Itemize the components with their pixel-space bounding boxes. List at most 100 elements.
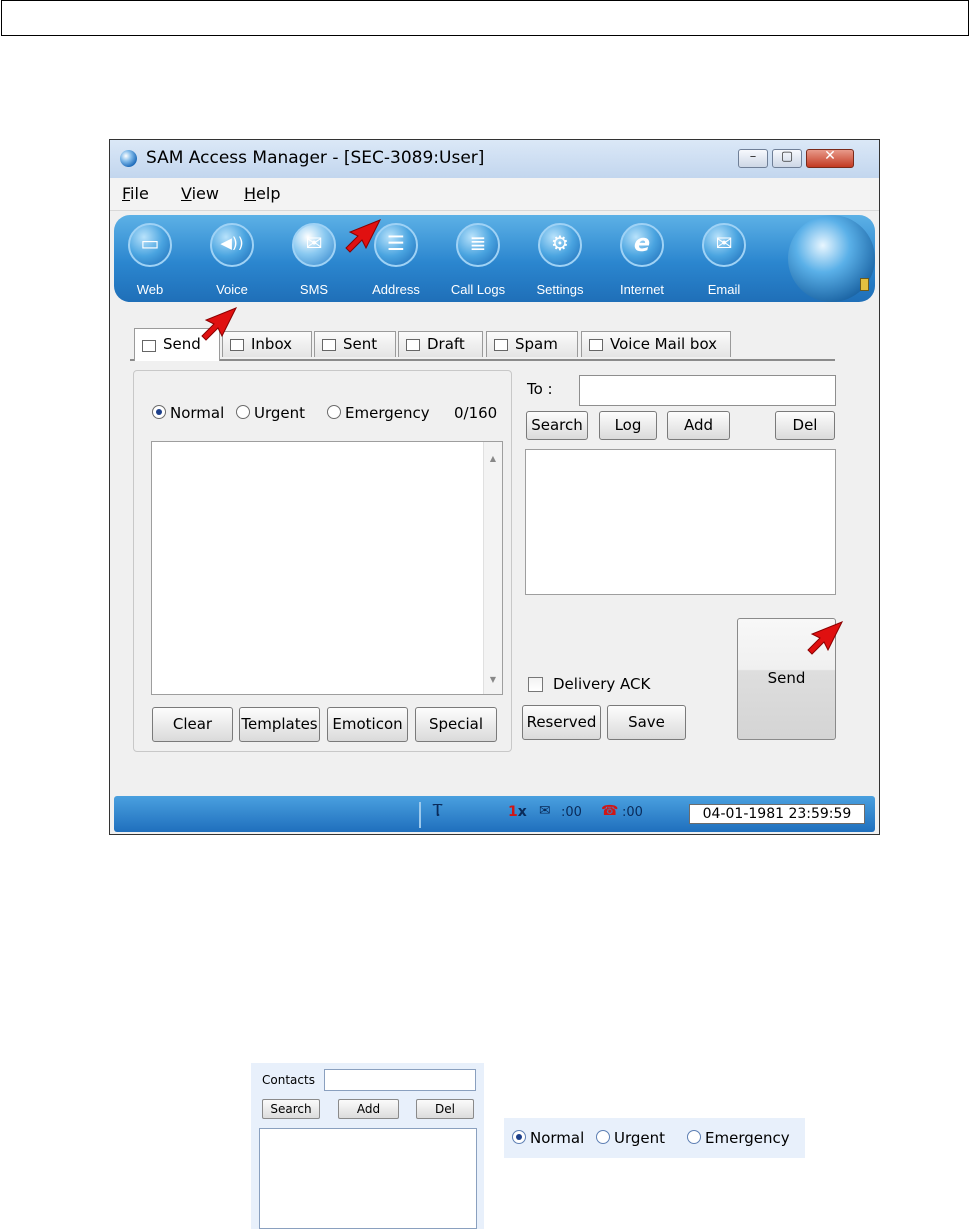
- tab-voice-mail-box-label: Voice Mail box: [610, 335, 718, 353]
- network-type: 1x: [508, 804, 527, 820]
- toolbar-email-label: Email: [707, 282, 741, 297]
- battery-icon: [860, 278, 869, 291]
- recipient-list[interactable]: [525, 449, 836, 595]
- priority-crop: Normal Urgent Emergency: [504, 1118, 805, 1158]
- save-button[interactable]: Save: [607, 705, 686, 740]
- menu-help[interactable]: Help: [244, 184, 280, 203]
- toolbar-internet[interactable]: e Internet: [605, 221, 679, 299]
- priority-normal-radio[interactable]: Normal: [152, 404, 224, 422]
- contacts-search-button[interactable]: Search: [262, 1099, 320, 1119]
- toolbar-voice[interactable]: ◀)) Voice: [195, 221, 269, 299]
- compose-panel: Normal Urgent Emergency 0/160 ▲ ▼ Clear …: [133, 370, 512, 752]
- maximize-icon: ▢: [780, 149, 794, 164]
- toolbar-sms[interactable]: ✉ SMS: [277, 221, 351, 299]
- tab-send-label: Send: [163, 335, 201, 353]
- priority-normal-label: Normal: [170, 404, 225, 422]
- toolbar-web-label: Web: [136, 282, 164, 297]
- contacts-add-button[interactable]: Add: [338, 1099, 399, 1119]
- network-type-number: 1: [508, 804, 518, 820]
- del-button[interactable]: Del: [775, 411, 835, 440]
- crop-normal-radio[interactable]: Normal: [512, 1129, 584, 1147]
- toolbar-address-label: Address: [372, 282, 420, 297]
- minimize-button[interactable]: –: [738, 149, 768, 168]
- message-textarea[interactable]: ▲ ▼: [151, 441, 503, 695]
- toolbar-sms-label: SMS: [299, 282, 329, 297]
- radio-icon: [596, 1130, 610, 1144]
- add-button[interactable]: Add: [667, 411, 730, 440]
- main-toolbar: ▭ Web ◀)) Voice ✉ SMS ☰ Address ≣ Call L…: [114, 215, 875, 302]
- internet-glyph: e: [633, 229, 651, 257]
- maximize-button[interactable]: ▢: [772, 149, 802, 168]
- priority-emergency-radio[interactable]: Emergency: [327, 404, 430, 422]
- menu-file[interactable]: File: [122, 184, 149, 203]
- menu-bar: File View Help: [110, 178, 879, 211]
- toolbar-settings[interactable]: ⚙ Settings: [523, 221, 597, 299]
- call-logs-glyph: ≣: [469, 231, 487, 255]
- search-button[interactable]: Search: [526, 411, 588, 440]
- tab-sent-label: Sent: [343, 335, 378, 353]
- scroll-up-icon[interactable]: ▲: [484, 454, 502, 463]
- special-button[interactable]: Special: [415, 707, 497, 742]
- radio-selected-icon: [512, 1130, 526, 1144]
- menu-view[interactable]: View: [181, 184, 219, 203]
- tab-draft[interactable]: Draft: [398, 331, 483, 357]
- spam-icon: [494, 339, 508, 351]
- toolbar-email[interactable]: ✉ Email: [687, 221, 761, 299]
- to-input[interactable]: [579, 375, 836, 406]
- menu-view-label: iew: [191, 184, 219, 203]
- annotation-arrow-icon: [807, 621, 844, 655]
- window-title: SAM Access Manager - [SEC-3089:User]: [146, 148, 485, 168]
- priority-urgent-radio[interactable]: Urgent: [236, 404, 305, 422]
- antenna-icon: Ⲧ: [432, 800, 444, 821]
- envelope-icon: [142, 340, 156, 352]
- contacts-panel-crop: Contacts Search Add Del: [251, 1063, 484, 1229]
- radio-icon: [327, 405, 341, 419]
- datetime-display: 04-01-1981 23:59:59: [689, 804, 865, 824]
- gear-glyph: ⚙: [551, 231, 569, 255]
- toolbar-call-logs[interactable]: ≣ Call Logs: [441, 221, 515, 299]
- speaker-glyph: ◀)): [220, 234, 244, 252]
- message-scrollbar[interactable]: ▲ ▼: [483, 442, 502, 694]
- toolbar-settings-label: Settings: [536, 282, 584, 297]
- tab-sent[interactable]: Sent: [314, 331, 396, 357]
- log-button[interactable]: Log: [599, 411, 657, 440]
- tab-spam[interactable]: Spam: [486, 331, 578, 357]
- tab-spam-label: Spam: [515, 335, 558, 353]
- crop-emergency-radio[interactable]: Emergency: [687, 1129, 790, 1147]
- annotation-arrow-icon: [201, 307, 238, 341]
- web-glyph: ▭: [140, 231, 160, 255]
- page-header-box: [1, 0, 969, 36]
- voicemail-count-icon: ☎: [601, 803, 619, 819]
- contacts-list[interactable]: [259, 1128, 477, 1229]
- menu-help-label: elp: [256, 184, 281, 203]
- menu-view-mnemonic: V: [181, 184, 192, 203]
- reserved-button[interactable]: Reserved: [522, 705, 601, 740]
- close-icon: ✕: [824, 148, 836, 164]
- templates-button[interactable]: Templates: [239, 707, 320, 742]
- minimize-icon: –: [749, 149, 757, 164]
- priority-urgent-label: Urgent: [254, 404, 306, 422]
- email-glyph: ✉: [715, 231, 733, 255]
- toolbar-web[interactable]: ▭ Web: [113, 221, 187, 299]
- crop-urgent-label: Urgent: [614, 1129, 666, 1147]
- voicemail-count: :00: [622, 805, 643, 820]
- delivery-ack-checkbox[interactable]: [528, 677, 543, 692]
- crop-urgent-radio[interactable]: Urgent: [596, 1129, 665, 1147]
- app-logo-icon: [120, 150, 137, 167]
- tab-voice-mail-box[interactable]: Voice Mail box: [581, 331, 731, 357]
- contacts-del-button[interactable]: Del: [416, 1099, 474, 1119]
- close-button[interactable]: ✕: [806, 148, 854, 168]
- message-count-icon: ✉: [539, 803, 551, 819]
- crop-normal-label: Normal: [530, 1129, 585, 1147]
- status-bar: Ⲧ 1x ✉ :00 ☎ :00 04-01-1981 23:59:59: [114, 796, 875, 832]
- menu-help-mnemonic: H: [244, 184, 257, 203]
- emoticon-button[interactable]: Emoticon: [327, 707, 408, 742]
- scroll-down-icon[interactable]: ▼: [484, 675, 502, 684]
- network-type-suffix: x: [517, 804, 527, 820]
- app-window: SAM Access Manager - [SEC-3089:User] – ▢…: [109, 139, 880, 835]
- tab-draft-label: Draft: [427, 335, 465, 353]
- radio-icon: [687, 1130, 701, 1144]
- contacts-input[interactable]: [324, 1069, 476, 1091]
- tab-inbox-label: Inbox: [251, 335, 293, 353]
- clear-button[interactable]: Clear: [152, 707, 233, 742]
